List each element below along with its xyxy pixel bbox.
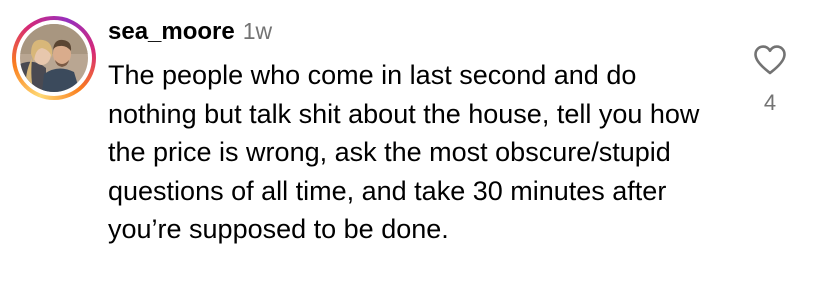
comment-timestamp: 1w bbox=[242, 18, 273, 44]
like-count: 4 bbox=[763, 90, 777, 115]
avatar-story-ring[interactable] bbox=[12, 16, 96, 100]
avatar[interactable] bbox=[20, 24, 88, 92]
heart-outline-icon[interactable] bbox=[753, 44, 787, 76]
comment-item: sea_moore 1w The people who come in last … bbox=[0, 0, 828, 297]
avatar-ring-gap bbox=[16, 20, 92, 96]
avatar-photo-icon bbox=[20, 24, 88, 92]
username-link[interactable]: sea_moore bbox=[108, 18, 235, 45]
comment-text: The people who come in last second and d… bbox=[108, 60, 700, 244]
like-area: 4 bbox=[744, 44, 796, 116]
comment-header: sea_moore 1w bbox=[108, 18, 272, 48]
